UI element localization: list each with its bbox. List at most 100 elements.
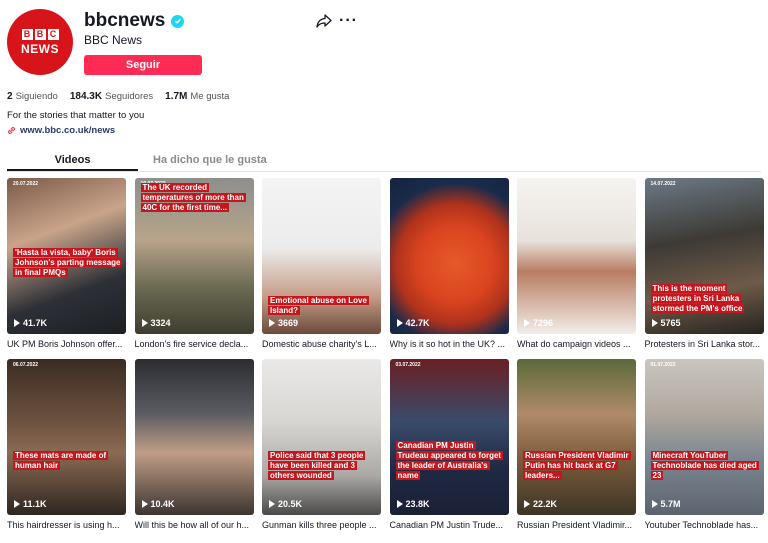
video-card[interactable]: 06.07.2022 These mats are made of human h… bbox=[7, 359, 126, 530]
username-row: bbcnews bbox=[84, 10, 185, 32]
video-date: 06.07.2022 bbox=[13, 362, 39, 368]
follow-button[interactable]: Seguir bbox=[84, 55, 202, 75]
video-thumbnail[interactable]: 01.07.2022 Minecraft YouTuber Technoblade… bbox=[644, 359, 764, 515]
view-count: 3324 bbox=[141, 318, 171, 328]
view-count-value: 11.1K bbox=[23, 499, 47, 509]
play-icon bbox=[524, 500, 530, 508]
profile-tabs: Videos Ha dicho que le gusta bbox=[7, 152, 761, 172]
view-count: 5765 bbox=[651, 318, 681, 328]
stat-likes: 1.7M Me gusta bbox=[165, 91, 229, 102]
bbc-logo: B B C bbox=[21, 28, 59, 40]
logo-letter: C bbox=[47, 28, 59, 40]
view-count: 42.7K bbox=[396, 318, 430, 328]
video-title[interactable]: Protesters in Sri Lanka stor... bbox=[645, 339, 764, 349]
video-thumbnail[interactable]: 14.07.2022 This is the moment protesters … bbox=[644, 178, 764, 334]
view-count: 11.1K bbox=[14, 499, 47, 509]
video-title[interactable]: Gunman kills three people ... bbox=[262, 520, 381, 530]
video-caption: Canadian PM Justin Trudeau appeared to f… bbox=[395, 441, 504, 480]
video-title[interactable]: What do campaign videos ... bbox=[517, 339, 636, 349]
video-date: 20.07.2022 bbox=[13, 181, 39, 187]
profile-link[interactable]: www.bbc.co.uk/news bbox=[7, 125, 115, 136]
display-name: BBC News bbox=[84, 33, 143, 47]
view-count: 10.4K bbox=[141, 499, 175, 509]
view-count: 22.2K bbox=[524, 499, 557, 509]
view-count-value: 5765 bbox=[660, 318, 681, 328]
stat-followers[interactable]: 184.3K Seguidores bbox=[70, 91, 153, 102]
video-card[interactable]: 10.4K Will this be how all of our h... bbox=[134, 359, 254, 530]
video-thumbnail[interactable]: Emotional abuse on Love Island? 3669 bbox=[262, 178, 381, 334]
video-thumbnail[interactable]: 03.07.2022 Canadian PM Justin Trudeau app… bbox=[389, 359, 509, 515]
video-date: 03.07.2022 bbox=[395, 362, 421, 368]
view-count: 5.7M bbox=[651, 499, 681, 509]
tab-videos[interactable]: Videos bbox=[7, 154, 138, 171]
logo-letter: B bbox=[21, 28, 33, 40]
video-thumbnail[interactable]: 7296 bbox=[517, 178, 636, 334]
video-date: 01.07.2022 bbox=[650, 362, 676, 368]
view-count-value: 5.7M bbox=[660, 499, 681, 509]
logo-news-word: NEWS bbox=[21, 41, 59, 56]
view-count-value: 23.8K bbox=[405, 499, 430, 509]
video-card[interactable]: Police said that 3 people have been kill… bbox=[262, 359, 381, 530]
video-card[interactable]: Russian President Vladimir Putin has hit… bbox=[517, 359, 636, 530]
link-icon bbox=[8, 127, 15, 134]
verified-icon bbox=[171, 14, 185, 28]
stat-label: Me gusta bbox=[190, 91, 230, 102]
stat-following[interactable]: 2 Siguiendo bbox=[7, 91, 58, 102]
profile-header: B B C NEWS bbcnews BBC News Seguir ··· 2… bbox=[0, 0, 768, 150]
play-icon bbox=[396, 500, 403, 508]
stat-label: Siguiendo bbox=[15, 91, 58, 102]
video-card[interactable]: 42.7K Why is it so hot in the UK? ... bbox=[389, 178, 509, 349]
video-caption: Russian President Vladimir Putin has hit… bbox=[523, 451, 631, 480]
video-caption: Minecraft YouTuber Technoblade has died … bbox=[650, 451, 759, 480]
view-count: 3669 bbox=[269, 318, 298, 328]
video-card[interactable]: 7296 What do campaign videos ... bbox=[517, 178, 636, 349]
video-thumbnail[interactable]: 42.7K bbox=[389, 178, 509, 334]
share-icon[interactable] bbox=[316, 13, 332, 29]
username: bbcnews bbox=[84, 10, 166, 31]
video-title[interactable]: Russian President Vladimir... bbox=[517, 520, 636, 530]
video-caption: The UK recorded temperatures of more tha… bbox=[140, 183, 246, 212]
video-title[interactable]: Will this be how all of our h... bbox=[135, 520, 254, 530]
video-title[interactable]: This hairdresser is using h... bbox=[7, 520, 126, 530]
video-thumbnail[interactable]: 06.07.2022 These mats are made of human h… bbox=[7, 359, 126, 515]
logo-letter: B bbox=[34, 28, 46, 40]
video-title[interactable]: London's fire service decla... bbox=[135, 339, 254, 349]
video-card[interactable]: 01.07.2022 Minecraft YouTuber Technoblade… bbox=[644, 359, 764, 530]
play-icon bbox=[14, 319, 20, 327]
view-count-value: 10.4K bbox=[150, 499, 175, 509]
play-icon bbox=[141, 319, 148, 327]
video-thumbnail[interactable]: 19.07.2022The UK recorded temperatures o… bbox=[134, 178, 254, 334]
video-card[interactable]: 03.07.2022 Canadian PM Justin Trudeau app… bbox=[389, 359, 509, 530]
video-thumbnail[interactable]: 20.07.2022 'Hasta la vista, baby' Boris J… bbox=[7, 178, 126, 334]
view-count: 41.7K bbox=[14, 318, 47, 328]
video-card[interactable]: Emotional abuse on Love Island? 3669 Domes… bbox=[262, 178, 381, 349]
video-title[interactable]: Youtuber Technoblade has... bbox=[645, 520, 764, 530]
video-title[interactable]: Domestic abuse charity's L... bbox=[262, 339, 381, 349]
stat-value: 184.3K bbox=[69, 91, 103, 102]
video-thumbnail[interactable]: Russian President Vladimir Putin has hit… bbox=[517, 359, 636, 515]
view-count-value: 7296 bbox=[533, 318, 554, 328]
video-title[interactable]: UK PM Boris Johnson offer... bbox=[7, 339, 126, 349]
play-icon bbox=[269, 500, 275, 508]
avatar[interactable]: B B C NEWS bbox=[7, 9, 73, 75]
video-card[interactable]: 20.07.2022 'Hasta la vista, baby' Boris J… bbox=[7, 178, 126, 349]
stat-value: 2 bbox=[7, 91, 13, 102]
more-icon[interactable]: ··· bbox=[339, 12, 358, 30]
view-count-value: 20.5K bbox=[278, 499, 303, 509]
video-caption: These mats are made of human hair bbox=[13, 451, 109, 470]
video-caption: This is the moment protesters in Sri Lan… bbox=[650, 284, 745, 313]
video-grid: 20.07.2022 'Hasta la vista, baby' Boris J… bbox=[7, 178, 764, 530]
video-title[interactable]: Canadian PM Justin Trude... bbox=[390, 520, 509, 530]
link-text[interactable]: www.bbc.co.uk/news bbox=[20, 125, 115, 136]
play-icon bbox=[396, 319, 403, 327]
play-icon bbox=[269, 319, 275, 327]
video-card[interactable]: 14.07.2022 This is the moment protesters … bbox=[644, 178, 764, 349]
tab-liked[interactable]: Ha dicho que le gusta bbox=[153, 154, 267, 166]
video-thumbnail[interactable]: Police said that 3 people have been kill… bbox=[262, 359, 381, 515]
video-title[interactable]: Why is it so hot in the UK? ... bbox=[390, 339, 509, 349]
video-caption: Emotional abuse on Love Island? bbox=[268, 296, 369, 315]
video-card[interactable]: 19.07.2022The UK recorded temperatures o… bbox=[134, 178, 254, 349]
video-thumbnail[interactable]: 10.4K bbox=[134, 359, 254, 515]
play-icon bbox=[141, 500, 148, 508]
video-date: 14.07.2022 bbox=[650, 181, 676, 187]
